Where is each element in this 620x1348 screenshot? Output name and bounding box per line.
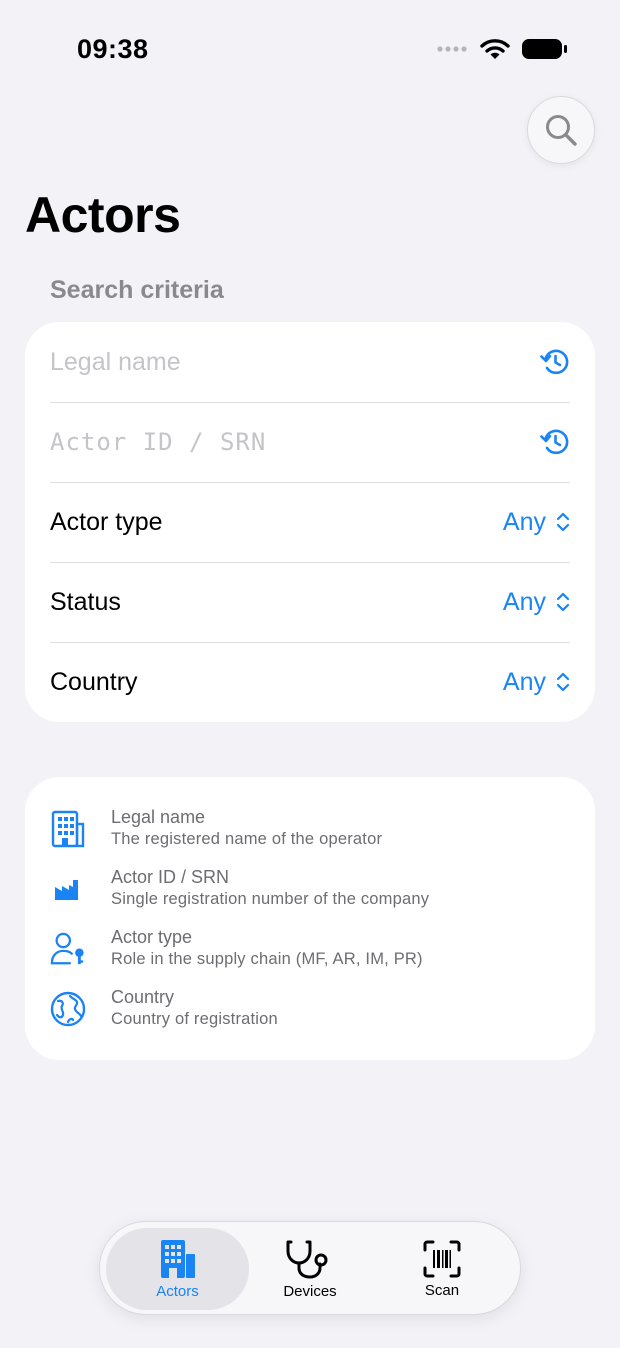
- search-button[interactable]: [527, 96, 595, 164]
- status-picker[interactable]: Any: [503, 588, 570, 617]
- barcode-scan-icon: [423, 1240, 461, 1277]
- legal-name-row[interactable]: Legal name: [25, 322, 595, 402]
- tab-actors[interactable]: Actors: [106, 1228, 249, 1310]
- country-label: Country: [50, 667, 138, 696]
- tab-label: Scan: [424, 1281, 460, 1299]
- battery-icon: [522, 39, 567, 59]
- status-row[interactable]: Status Any: [25, 562, 595, 642]
- history-icon[interactable]: [540, 347, 570, 377]
- status-value: Any: [502, 587, 546, 616]
- tab-bar: Actors Devices Scan: [99, 1221, 521, 1315]
- chevron-up-down-icon: [556, 672, 570, 692]
- status-bar: 09:38: [0, 0, 620, 100]
- info-title: Country: [111, 987, 175, 1007]
- info-title: Legal name: [111, 807, 206, 827]
- building-icon: [160, 1239, 195, 1278]
- tab-label: Devices: [283, 1282, 337, 1300]
- info-subtitle: Country of registration: [111, 1010, 278, 1028]
- info-item-legal-name: Legal name The registered name of the op…: [25, 807, 595, 867]
- chevron-up-down-icon: [556, 592, 570, 612]
- factory-icon: [50, 869, 86, 909]
- actor-id-input[interactable]: Actor ID / SRN: [50, 428, 540, 456]
- country-picker[interactable]: Any: [503, 668, 570, 697]
- section-title: Search criteria: [50, 276, 224, 304]
- stethoscope-icon: [286, 1240, 328, 1279]
- tab-devices[interactable]: Devices: [246, 1228, 374, 1310]
- history-icon[interactable]: [540, 427, 570, 457]
- search-icon: [546, 115, 577, 146]
- info-subtitle: Single registration number of the compan…: [111, 890, 430, 908]
- tab-scan[interactable]: Scan: [378, 1228, 506, 1310]
- person-key-icon: [50, 929, 86, 969]
- tab-label: Actors: [156, 1282, 199, 1300]
- actor-type-row[interactable]: Actor type Any: [25, 482, 595, 562]
- status-time: 09:38: [77, 34, 149, 64]
- actor-type-picker[interactable]: Any: [503, 508, 570, 537]
- wifi-icon: [480, 39, 510, 59]
- field-help-card: Legal name The registered name of the op…: [25, 777, 595, 1060]
- building-icon: [50, 809, 86, 849]
- globe-icon: [50, 989, 86, 1029]
- country-row[interactable]: Country Any: [25, 642, 595, 722]
- actor-type-value: Any: [502, 507, 546, 536]
- actor-id-row[interactable]: Actor ID / SRN: [25, 402, 595, 482]
- actor-type-label: Actor type: [50, 507, 163, 536]
- info-item-actor-type: Actor type Role in the supply chain (MF,…: [25, 927, 595, 987]
- info-title: Actor ID / SRN: [111, 867, 230, 887]
- status-icons: [436, 38, 568, 60]
- legal-name-input[interactable]: Legal name: [50, 348, 540, 377]
- chevron-up-down-icon: [556, 512, 570, 532]
- info-item-country: Country Country of registration: [25, 987, 595, 1047]
- info-subtitle: The registered name of the operator: [111, 830, 383, 848]
- info-subtitle: Role in the supply chain (MF, AR, IM, PR…: [111, 950, 423, 968]
- signal-dots-icon: [437, 46, 467, 52]
- search-criteria-card: Legal name Actor ID / SRN Actor type Any…: [25, 322, 595, 722]
- page-title: Actors: [25, 187, 181, 243]
- info-title: Actor type: [111, 927, 193, 947]
- status-label: Status: [50, 587, 121, 616]
- country-value: Any: [502, 667, 546, 696]
- info-item-actor-id: Actor ID / SRN Single registration numbe…: [25, 867, 595, 927]
